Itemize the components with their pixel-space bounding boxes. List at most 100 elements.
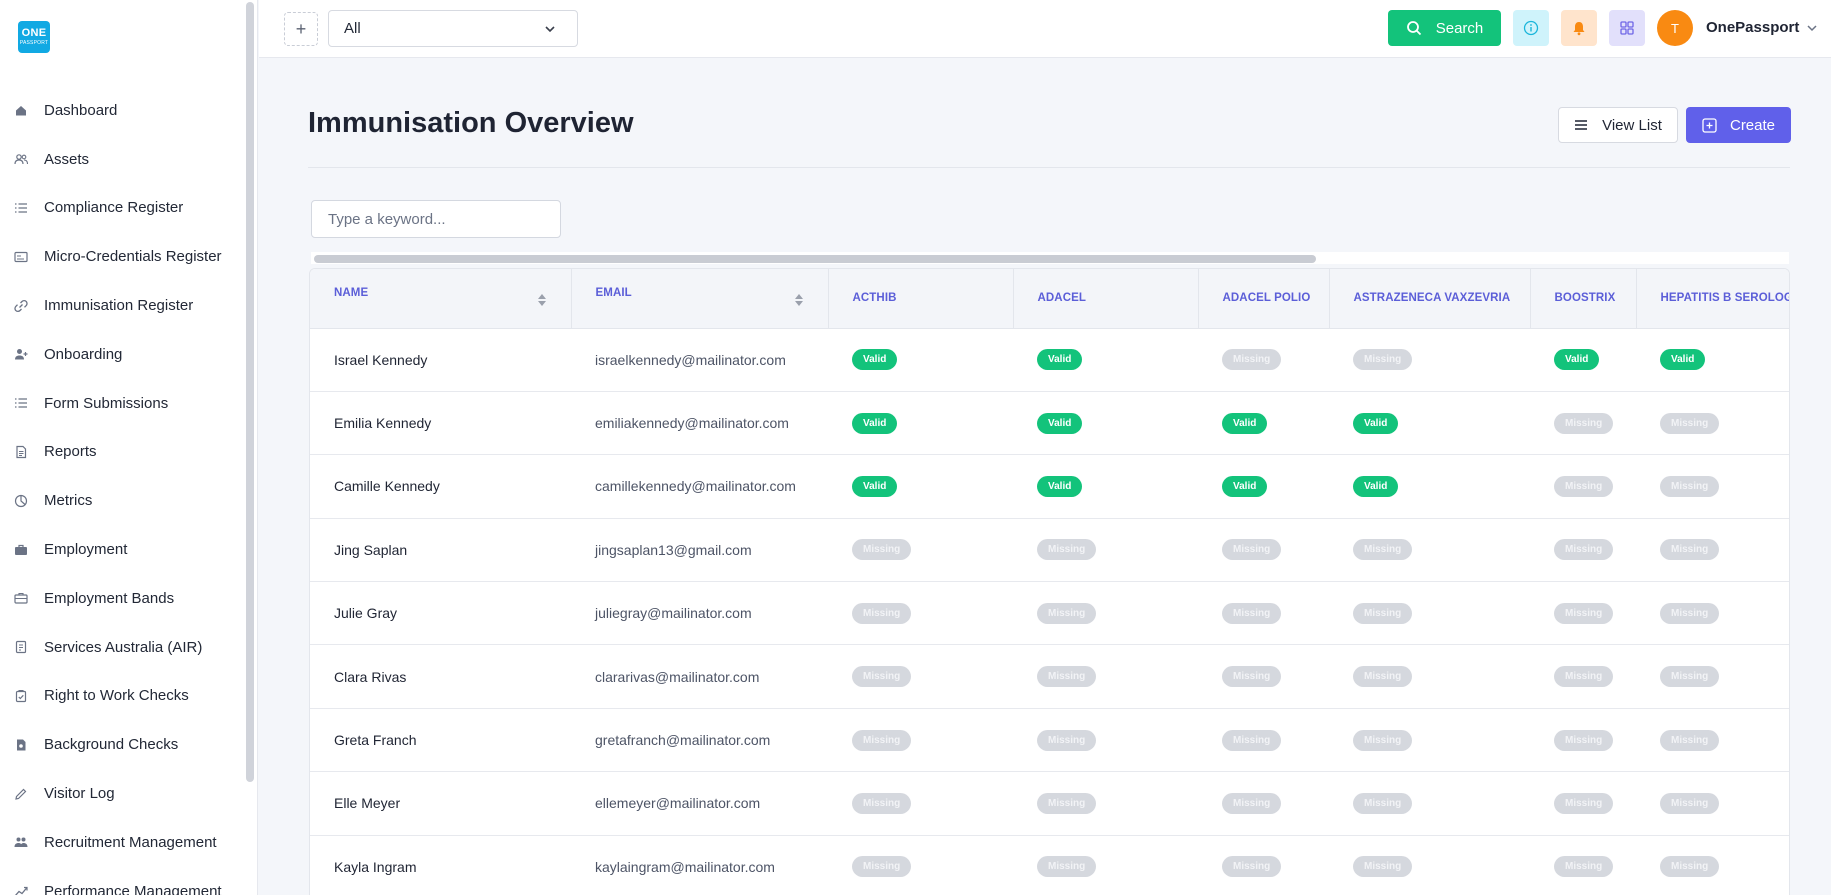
status-badge: Missing xyxy=(1353,856,1413,878)
sidebar-item-label: Visitor Log xyxy=(44,785,115,803)
cell-status: Missing xyxy=(1530,835,1636,895)
sidebar-item-label: Services Australia (AIR) xyxy=(44,638,203,656)
sidebar-item-label: Compliance Register xyxy=(44,199,184,217)
people-icon xyxy=(14,835,28,849)
cell-status: Missing xyxy=(1530,582,1636,645)
sidebar-item-recruitment-management[interactable]: Recruitment Management xyxy=(0,818,240,867)
keyword-search-input[interactable] xyxy=(311,200,561,238)
page-title: Immunisation Overview xyxy=(308,107,634,139)
table-scroll-thumb[interactable] xyxy=(314,255,1316,263)
user-name[interactable]: OnePassport xyxy=(1706,19,1799,36)
status-badge: Missing xyxy=(1554,666,1614,688)
sidebar-item-micro-credentials-register[interactable]: Micro-Credentials Register xyxy=(0,232,240,281)
cell-status: Missing xyxy=(1329,645,1530,708)
scope-select[interactable]: All xyxy=(328,10,578,47)
cell-status: Missing xyxy=(1636,835,1789,895)
table-row[interactable]: Kayla Ingram kaylaingram@mailinator.com Mi… xyxy=(310,835,1789,895)
cell-status: Missing xyxy=(1013,772,1198,835)
sidebar-item-services-australia-air[interactable]: Services Australia (AIR) xyxy=(0,623,240,672)
cell-name: Israel Kennedy xyxy=(334,351,428,368)
sidebar-item-label: Dashboard xyxy=(44,101,118,119)
status-badge: Missing xyxy=(1554,412,1614,434)
sidebar-item-label: Employment Bands xyxy=(44,589,175,607)
search-button-label: Search xyxy=(1435,19,1484,37)
table-row[interactable]: Camille Kennedy camillekennedy@mailinator… xyxy=(310,455,1789,519)
sidebar-item-background-checks[interactable]: Background Checks xyxy=(0,720,240,769)
sidebar-item-performance-management[interactable]: Performance Management xyxy=(0,867,240,895)
column-header-label: ACTHIB xyxy=(852,292,897,305)
info-button[interactable] xyxy=(1513,10,1549,46)
avatar[interactable]: T xyxy=(1657,10,1693,46)
sidebar-item-employment-bands[interactable]: Employment Bands xyxy=(0,574,240,623)
sidebar-item-label: Form Submissions xyxy=(44,394,169,412)
sidebar-item-form-submissions[interactable]: Form Submissions xyxy=(0,379,240,428)
status-badge: Missing xyxy=(1037,539,1097,561)
sidebar-item-onboarding[interactable]: Onboarding xyxy=(0,330,240,379)
cell-status: Valid xyxy=(828,455,1013,518)
cell-email: israelkennedy@mailinator.com xyxy=(595,351,786,368)
view-list-button[interactable]: View List xyxy=(1558,107,1678,143)
sort-icon[interactable] xyxy=(794,292,804,308)
cell-status: Missing xyxy=(1329,582,1530,645)
notifications-button[interactable] xyxy=(1561,10,1597,46)
sidebar-item-label: Right to Work Checks xyxy=(44,687,189,705)
sidebar-item-employment[interactable]: Employment xyxy=(0,525,240,574)
column-header-name[interactable]: NAME xyxy=(310,269,572,329)
plus-icon: + xyxy=(295,18,307,39)
sidebar-item-assets[interactable]: Assets xyxy=(0,135,240,184)
table-row[interactable]: Clara Rivas clararivas@mailinator.com Miss… xyxy=(310,645,1789,709)
sidebar-item-label: Reports xyxy=(44,443,97,461)
apps-button[interactable] xyxy=(1609,10,1645,46)
cell-status: Missing xyxy=(1198,328,1329,391)
table-row[interactable]: Emilia Kennedy emiliakennedy@mailinator.c… xyxy=(310,391,1789,455)
chevron-down-icon xyxy=(545,26,555,33)
sidebar-item-immunisation-register[interactable]: Immunisation Register xyxy=(0,281,240,330)
status-badge: Missing xyxy=(1222,729,1282,751)
header-divider xyxy=(308,167,1790,168)
sidebar-item-right-to-work-checks[interactable]: Right to Work Checks xyxy=(0,672,240,721)
column-header-email[interactable]: EMAIL xyxy=(571,269,829,329)
cell-status: Missing xyxy=(1329,518,1530,581)
table-horizontal-scrollbar[interactable] xyxy=(311,252,1789,264)
column-header-label: ADACEL xyxy=(1037,292,1087,305)
table-row[interactable]: Elle Meyer ellemeyer@mailinator.com Missin… xyxy=(310,772,1789,836)
cell-name: Elle Meyer xyxy=(334,795,401,812)
cell-status: Valid xyxy=(1636,328,1789,391)
table-row[interactable]: Israel Kennedy israelkennedy@mailinator.c… xyxy=(310,328,1789,392)
sidebar-item-compliance-register[interactable]: Compliance Register xyxy=(0,184,240,233)
sidebar-item-metrics[interactable]: Metrics xyxy=(0,476,240,525)
sidebar-item-visitor-log[interactable]: Visitor Log xyxy=(0,769,240,818)
status-badge: Missing xyxy=(1554,539,1614,561)
sort-icon[interactable] xyxy=(537,292,547,308)
cell-status: Missing xyxy=(1636,391,1789,454)
user-menu-chevron-icon[interactable] xyxy=(1805,21,1819,35)
table-row[interactable]: Julie Gray juliegray@mailinator.com Missin… xyxy=(310,582,1789,645)
column-header-label: EMAIL xyxy=(595,287,632,300)
sidebar-item-label: Background Checks xyxy=(44,736,179,754)
logo-line1: ONE xyxy=(21,27,47,39)
status-badge: Missing xyxy=(1037,602,1097,624)
sidebar-item-reports[interactable]: Reports xyxy=(0,428,240,477)
cell-status: Missing xyxy=(1198,645,1329,708)
table-row[interactable]: Jing Saplan jingsaplan13@gmail.com Missing… xyxy=(310,518,1789,582)
status-badge: Missing xyxy=(1222,856,1282,878)
sidebar-item-label: Immunisation Register xyxy=(44,297,194,315)
status-badge: Missing xyxy=(852,666,912,688)
status-badge: Valid xyxy=(1222,412,1268,434)
add-button[interactable]: + xyxy=(284,12,318,46)
status-badge: Missing xyxy=(1554,602,1614,624)
table-row[interactable]: Greta Franch gretafranch@mailinator.com Mi… xyxy=(310,708,1789,772)
search-button[interactable]: Search xyxy=(1388,10,1501,46)
user-plus-icon xyxy=(14,347,28,361)
create-button[interactable]: Create xyxy=(1686,107,1791,143)
status-badge: Missing xyxy=(852,856,912,878)
column-header-label: ADACEL POLIO xyxy=(1222,292,1311,305)
cell-status: Missing xyxy=(1636,582,1789,645)
onepassport-logo[interactable]: ONE PASSPORT xyxy=(18,21,50,53)
sidebar-item-dashboard[interactable]: Dashboard xyxy=(0,86,240,135)
status-badge: Missing xyxy=(1660,412,1720,434)
status-badge: Valid xyxy=(1353,475,1399,497)
cell-status: Missing xyxy=(1530,391,1636,454)
cell-status: Missing xyxy=(1530,708,1636,771)
sidebar-scrollbar[interactable] xyxy=(246,2,254,782)
